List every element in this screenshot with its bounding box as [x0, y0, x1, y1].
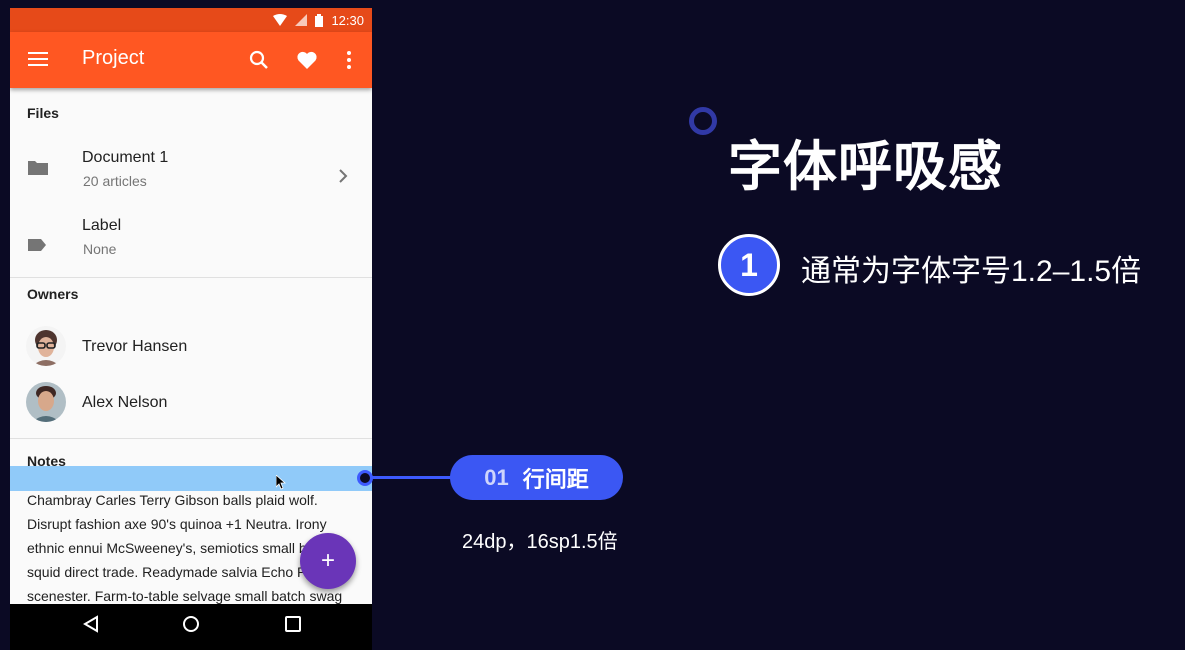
recents-icon[interactable]	[284, 615, 302, 633]
avatar	[26, 326, 66, 366]
divider	[10, 438, 372, 439]
home-icon[interactable]	[182, 615, 200, 633]
phone-screen: 12:30 Project Files Document 1 20 articl…	[10, 8, 372, 650]
callout-number: 01	[484, 464, 509, 490]
content-list: Files Document 1 20 articles Label None …	[10, 88, 372, 608]
toolbar-title: Project	[82, 47, 145, 69]
list-item-subtitle: None	[83, 241, 117, 257]
menu-icon[interactable]	[28, 52, 48, 68]
heart-icon[interactable]	[295, 48, 319, 72]
wifi-icon	[273, 14, 288, 26]
app-toolbar: Project	[10, 32, 372, 88]
nav-bar	[10, 604, 372, 650]
decorative-ring	[689, 107, 717, 135]
callout-note: 24dp，16sp1.5倍	[462, 531, 618, 553]
back-icon[interactable]	[82, 615, 100, 633]
point-text: 通常为字体字号1.2–1.5倍	[801, 255, 1142, 288]
notes-line: Disrupt fashion axe 90's quinoa +1 Neutr…	[27, 516, 327, 532]
add-fab-button[interactable]: +	[300, 533, 356, 589]
point-number-badge: 1	[718, 234, 780, 296]
owner-name: Alex Nelson	[82, 394, 168, 411]
battery-icon	[315, 13, 324, 27]
folder-icon	[28, 161, 48, 175]
signal-icon	[295, 14, 308, 26]
chevron-right-icon[interactable]	[338, 169, 348, 183]
owner-name: Trevor Hansen	[82, 338, 188, 355]
divider	[10, 277, 372, 278]
notes-line: Chambray Carles Terry Gibson balls plaid…	[27, 492, 318, 508]
more-vert-icon[interactable]	[337, 48, 361, 72]
list-item-title: Document 1	[82, 149, 169, 166]
callout-dot	[357, 470, 373, 486]
slide-heading: 字体呼吸感	[728, 137, 1003, 197]
search-icon[interactable]	[247, 48, 271, 72]
status-bar: 12:30	[10, 8, 372, 32]
files-header: Files	[27, 105, 59, 121]
label-icon	[28, 239, 46, 251]
person-avatar-icon	[32, 386, 60, 422]
list-item-title: Label	[82, 217, 122, 234]
person-avatar-icon	[32, 330, 60, 366]
avatar	[26, 382, 66, 422]
callout-label: 行间距	[522, 466, 589, 492]
line-spacing-callout: 01 行间距	[450, 455, 623, 500]
list-item-subtitle: 20 articles	[83, 173, 147, 189]
callout-connector	[366, 476, 456, 479]
status-time: 12:30	[331, 12, 364, 28]
owners-header: Owners	[27, 286, 79, 302]
